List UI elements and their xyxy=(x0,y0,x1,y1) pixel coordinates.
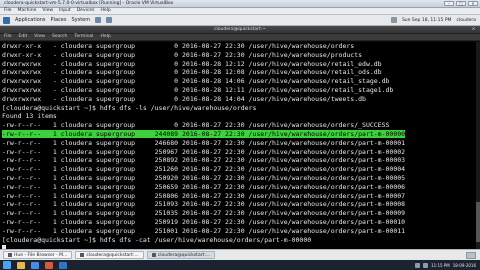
taskbar-item-terminal-2[interactable]: cloudera@quickstart:... xyxy=(146,251,216,259)
network-icon[interactable] xyxy=(390,17,397,23)
applications-icon[interactable] xyxy=(3,16,10,24)
terminal-line: -rw-r--r-- 1 cloudera supergroup 250919 … xyxy=(2,217,406,226)
terminal-line: drwxrwxrwx - cloudera supergroup 0 2016-… xyxy=(2,94,366,103)
network-icon[interactable] xyxy=(415,262,421,268)
terminal-icon xyxy=(151,252,156,257)
windows-start-icon[interactable] xyxy=(3,261,11,269)
tray-date[interactable]: 18-09-2016 xyxy=(453,263,476,268)
browser-icon xyxy=(8,252,12,257)
app-icon[interactable] xyxy=(45,261,53,269)
volume-icon[interactable] xyxy=(423,262,429,268)
panel-user[interactable]: cloudera xyxy=(456,18,476,23)
terminal-launcher-icon[interactable] xyxy=(106,17,113,23)
terminal-scrollbar[interactable] xyxy=(476,42,480,249)
terminal-line: -rw-r--r-- 1 cloudera supergroup 250806 … xyxy=(2,191,406,200)
close-button[interactable]: × xyxy=(468,1,478,6)
minimize-button[interactable]: – xyxy=(444,1,454,6)
terminal-line: drwxrwxrwx - cloudera supergroup 0 2016-… xyxy=(2,85,394,94)
menu-file[interactable]: File xyxy=(4,8,12,14)
terminal-line-selected: -rw-r--r-- 1 cloudera supergroup 244089 … xyxy=(0,129,480,139)
terminal-line: -rw-r--r-- 1 cloudera supergroup 251260 … xyxy=(2,165,406,174)
gnome-top-panel: Applications Places System Sun Sep 18, 1… xyxy=(0,15,480,26)
terminal-line: -rw-r--r-- 1 cloudera supergroup 251035 … xyxy=(2,209,406,218)
terminal-menu-edit[interactable]: Edit xyxy=(19,34,28,40)
maximize-button[interactable]: □ xyxy=(456,1,466,6)
windows-taskbar: 11:15 PM 18-09-2016 xyxy=(0,260,480,270)
terminal-line: drwxr-xr-x - cloudera supergroup 0 2016-… xyxy=(2,42,355,50)
virtualbox-icon[interactable] xyxy=(59,261,67,269)
applications-menu[interactable]: Applications xyxy=(15,17,46,23)
terminal-output[interactable]: drwxr-xr-x - cloudera supergroup 0 2016-… xyxy=(0,42,480,249)
taskbar-item-label: cloudera@quickstart:... xyxy=(157,253,211,258)
terminal-menu-terminal[interactable]: Terminal xyxy=(74,34,93,40)
terminal-line: drwxrwxrwx - cloudera supergroup 0 2016-… xyxy=(2,59,382,68)
terminal-command-line: [cloudera@quickstart ~]$ hdfs dfs -cat /… xyxy=(2,235,312,244)
terminal-line: -rw-r--r-- 1 cloudera supergroup 250920 … xyxy=(2,173,406,182)
terminal-menu-file[interactable]: File xyxy=(4,34,12,40)
virtualbox-menu-bar: File Machine View Input Devices Help xyxy=(0,8,480,15)
selected-text[interactable]: -rw-r--r-- 1 cloudera supergroup 244089 … xyxy=(2,129,406,138)
terminal-close-icon[interactable]: × xyxy=(471,27,476,32)
terminal-line: drwxrwxrwx - cloudera supergroup 0 2016-… xyxy=(2,77,390,86)
browser-icon[interactable] xyxy=(31,261,39,269)
menu-view[interactable]: View xyxy=(42,8,53,14)
taskbar-item-label: Hue - File Browser - M... xyxy=(14,253,68,258)
terminal-line: drwxr-xr-x - cloudera supergroup 0 2016-… xyxy=(2,50,363,59)
menu-help[interactable]: Help xyxy=(100,8,110,14)
browser-launcher-icon[interactable] xyxy=(95,17,102,23)
panel-clock[interactable]: Sun Sep 18, 11:15 PM xyxy=(402,18,452,23)
terminal-menu-search[interactable]: Search xyxy=(52,34,67,40)
gnome-bottom-panel: Hue - File Browser - M... cloudera@quick… xyxy=(0,249,480,260)
terminal-window-title: cloudera@quickstart:~ xyxy=(214,27,266,32)
terminal-line: -rw-r--r-- 1 cloudera supergroup 246680 … xyxy=(2,138,406,147)
terminal-menu-bar: File Edit View Search Terminal Help xyxy=(0,34,480,41)
tray-time[interactable]: 11:15 PM xyxy=(431,263,450,268)
terminal-line: -rw-r--r-- 1 cloudera supergroup 250892 … xyxy=(2,156,406,165)
terminal-line: -rw-r--r-- 1 cloudera supergroup 251093 … xyxy=(2,200,406,209)
taskbar-item-terminal-1[interactable]: cloudera@quickstart:... xyxy=(75,251,144,259)
taskbar-item-label: cloudera@quickstart:... xyxy=(86,253,139,258)
terminal-title-bar: cloudera@quickstart:~ × xyxy=(0,26,480,34)
terminal-line: Found 13 items xyxy=(2,112,57,121)
terminal-line: -rw-r--r-- 1 cloudera supergroup 250659 … xyxy=(2,182,406,191)
places-menu[interactable]: Places xyxy=(51,17,67,23)
virtualbox-title-bar: cloudera-quickstart-vm-5.7.0-0-virtualbo… xyxy=(0,0,480,8)
system-menu[interactable]: System xyxy=(71,17,90,23)
taskbar-item-hue[interactable]: Hue - File Browser - M... xyxy=(3,251,73,259)
terminal-line: -rw-r--r-- 1 cloudera supergroup 250967 … xyxy=(2,147,406,156)
terminal-line: -rw-r--r-- 1 cloudera supergroup 251001 … xyxy=(2,226,406,235)
terminal-menu-view[interactable]: View xyxy=(34,34,45,40)
menu-machine[interactable]: Machine xyxy=(18,8,37,14)
window-controls: – □ × xyxy=(444,1,478,6)
file-explorer-icon[interactable] xyxy=(17,261,25,269)
system-tray: 11:15 PM 18-09-2016 xyxy=(415,262,476,268)
terminal-line: drwxrwxrwx - cloudera supergroup 0 2016-… xyxy=(2,68,382,77)
terminal-icon xyxy=(80,252,85,257)
terminal-menu-help[interactable]: Help xyxy=(100,34,110,40)
terminal-line: -rw-r--r-- 1 cloudera supergroup 0 2016-… xyxy=(2,121,390,130)
workspace-switcher[interactable] xyxy=(466,251,476,259)
scrollbar-thumb[interactable] xyxy=(476,202,480,242)
terminal-command-line: [cloudera@quickstart ~]$ hdfs dfs -ls /u… xyxy=(2,103,257,112)
menu-input[interactable]: Input xyxy=(59,8,71,14)
menu-devices[interactable]: Devices xyxy=(77,8,95,14)
virtualbox-window-title: cloudera-quickstart-vm-5.7.0-0-virtualbo… xyxy=(4,1,174,6)
